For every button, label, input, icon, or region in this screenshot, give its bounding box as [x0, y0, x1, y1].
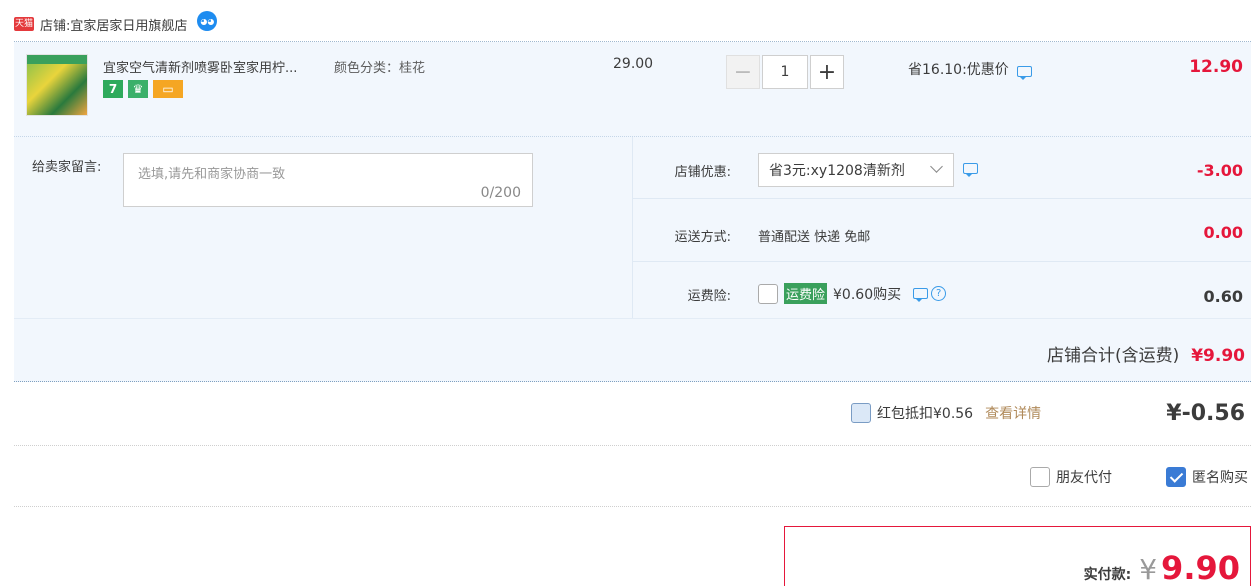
memo-input[interactable]: 选填,请先和商家协商一致 0/200: [123, 153, 533, 207]
red-packet-label: 红包抵扣¥0.56: [877, 406, 974, 422]
memo-label: 给卖家留言:: [32, 160, 102, 175]
shipping-label: 运送方式:: [674, 230, 731, 245]
shop-label: 店铺:: [40, 18, 71, 34]
shop-total-label: 店铺合计(含运费): [1046, 346, 1180, 366]
order-item-row: 宜家空气清新剂喷雾卧室家用柠... 颜色分类：桂花 7 ♛ ▭ 29.00 − …: [14, 42, 1251, 136]
shipping-method: 普通配送 快递 免邮: [758, 230, 871, 245]
memo-char-count: 0/200: [480, 185, 521, 201]
coupon-amount: -3.00: [1196, 161, 1243, 180]
unit-price: 29.00: [613, 56, 654, 72]
friend-pay-checkbox[interactable]: [1030, 467, 1050, 487]
red-packet-checkbox[interactable]: [851, 403, 871, 423]
shipping-amount: 0.00: [1203, 223, 1243, 242]
product-thumbnail[interactable]: [26, 54, 88, 116]
shop-name-link[interactable]: 宜家居家日用旗舰店: [70, 15, 187, 34]
shop-total-value: ¥9.90: [1191, 346, 1245, 366]
coupon-label: 店铺优惠:: [674, 165, 731, 180]
decrease-button[interactable]: −: [726, 55, 760, 89]
tmall-logo-icon: 天猫: [14, 17, 34, 31]
item-total-price: 12.90: [1189, 57, 1243, 77]
service-badges: 7 ♛ ▭: [103, 80, 183, 98]
payment-label: 实付款:: [1083, 567, 1132, 583]
red-packet-option: 红包抵扣¥0.56 查看详情: [851, 403, 1041, 423]
shop-coupon-row: 店铺优惠: 省3元:xy1208清新剂 -3.00: [633, 137, 1251, 199]
insurance-tag: 运费险: [784, 283, 828, 304]
wangwang-chat-icon[interactable]: ◕◕: [197, 11, 218, 31]
shop-total: 店铺合计(含运费) ¥9.90: [1047, 341, 1245, 366]
red-packet-row: 红包抵扣¥0.56 查看详情 ¥-0.56: [14, 383, 1251, 446]
currency-symbol: ¥: [1139, 553, 1158, 586]
product-title-link[interactable]: 宜家空气清新剂喷雾卧室家用柠...: [103, 57, 297, 76]
payment-amount: 9.90: [1161, 549, 1240, 586]
payment-options-row: 朋友代付 匿名购买: [14, 447, 1251, 507]
quantity-stepper: − 1 +: [726, 55, 844, 89]
insurance-label: 运费险:: [687, 289, 731, 304]
friend-pay-option: 朋友代付: [1030, 467, 1112, 487]
promo-info: 省16.10:优惠价: [908, 59, 1032, 80]
shop-total-row: 店铺合计(含运费) ¥9.90: [14, 318, 1251, 382]
view-details-link[interactable]: 查看详情: [985, 403, 1041, 423]
help-icon[interactable]: ?: [931, 286, 947, 301]
anonymous-purchase-checkbox[interactable]: [1166, 467, 1186, 487]
red-packet-amount: ¥-0.56: [1166, 401, 1245, 426]
product-spec: 颜色分类：桂花: [334, 61, 426, 76]
chevron-down-icon: [930, 160, 943, 173]
guarantee-icon[interactable]: ♛: [128, 80, 148, 98]
promo-text: 省16.10:优惠价: [908, 62, 1009, 78]
insurance-amount: 0.60: [1203, 287, 1243, 306]
friend-pay-label: 朋友代付: [1056, 470, 1112, 486]
shipping-row: 运送方式: 普通配送 快递 免邮 0.00: [633, 200, 1251, 262]
insurance-option: 运费险 ¥0.60购买 ?: [758, 283, 947, 304]
quantity-input[interactable]: 1: [762, 55, 808, 89]
anonymous-purchase-option: 匿名购买: [1166, 467, 1248, 487]
seven-day-return-icon[interactable]: 7: [103, 80, 123, 98]
insurance-checkbox[interactable]: [758, 283, 778, 304]
payment-total: 实付款: ¥ 9.90: [1084, 549, 1240, 586]
comment-icon[interactable]: [913, 288, 929, 302]
increase-button[interactable]: +: [810, 55, 844, 89]
freight-insurance-row: 运费险: 运费险 ¥0.60购买 ? 0.60: [633, 263, 1251, 319]
memo-placeholder: 选填,请先和商家协商一致: [138, 167, 286, 182]
shop-header: 天猫 店铺: 宜家居家日用旗舰店 ◕◕: [14, 10, 218, 38]
comment-icon[interactable]: [963, 163, 978, 177]
coupon-select[interactable]: 省3元:xy1208清新剂: [758, 153, 954, 187]
insurance-price: ¥0.60购买: [833, 286, 902, 303]
anonymous-purchase-label: 匿名购买: [1192, 470, 1248, 486]
order-options-block: 给卖家留言: 选填,请先和商家协商一致 0/200 店铺优惠: 省3元:xy12…: [14, 136, 1251, 319]
coupon-selected-value: 省3元:xy1208清新剂: [769, 163, 905, 179]
payment-summary-box: 实付款: ¥ 9.90: [784, 526, 1251, 586]
credit-card-icon[interactable]: ▭: [153, 80, 183, 98]
comment-icon[interactable]: [1016, 65, 1032, 80]
